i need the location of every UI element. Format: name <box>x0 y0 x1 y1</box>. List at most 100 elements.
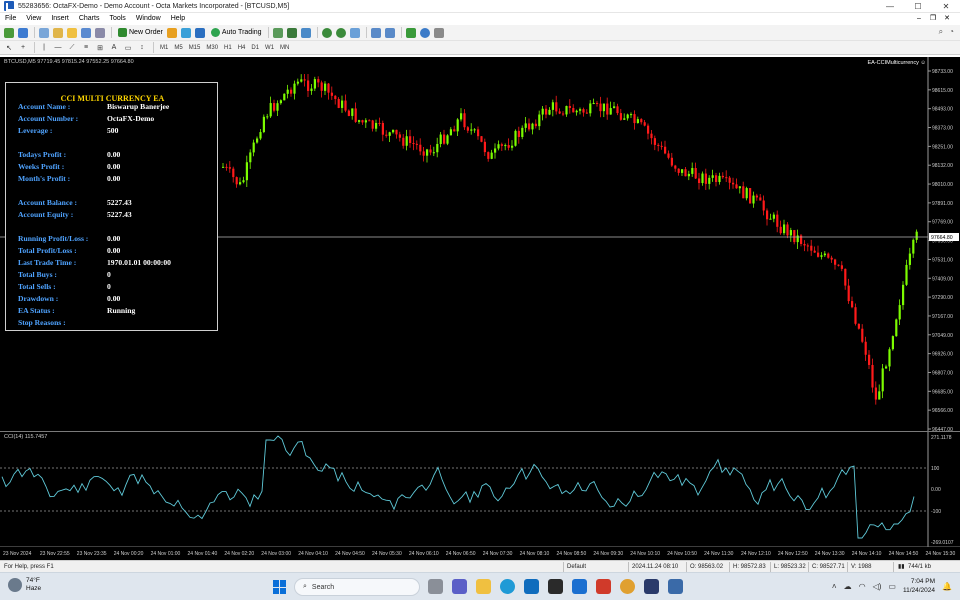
metatrader-taskbar-icon[interactable] <box>644 579 659 594</box>
terminal-button[interactable] <box>80 27 92 39</box>
cloud-icon[interactable]: ☁ <box>844 582 852 591</box>
new-order-button[interactable]: New Order <box>115 26 166 39</box>
chart-restore-icon[interactable]: ❐ <box>926 13 940 25</box>
metaeditor-button[interactable] <box>166 27 178 39</box>
candle-body <box>436 143 439 153</box>
market-watch-button[interactable] <box>38 27 50 39</box>
data-window-button[interactable] <box>52 27 64 39</box>
signals-button[interactable] <box>180 27 192 39</box>
menu-insert[interactable]: Insert <box>46 13 74 25</box>
templates-icon <box>433 27 444 38</box>
menu-file[interactable]: File <box>0 13 21 25</box>
notification-bell-icon[interactable]: 🔔 <box>942 582 952 591</box>
candle-body <box>779 226 782 234</box>
ea-row-value: 0.00 <box>107 174 121 183</box>
cci-pane[interactable]: 271.11781000.00-100-269.0107 <box>0 432 960 547</box>
candle-body <box>337 98 340 108</box>
label-tool-button[interactable]: ▭ <box>122 42 134 54</box>
opera-icon[interactable] <box>596 579 611 594</box>
arrows-tool-button[interactable]: ↕ <box>136 42 148 54</box>
system-clock[interactable]: 7:04 PM 11/24/2024 <box>903 577 935 595</box>
candle-body <box>643 122 646 126</box>
store-icon[interactable] <box>548 579 563 594</box>
task-view-icon[interactable] <box>428 579 443 594</box>
menu-view[interactable]: View <box>21 13 46 25</box>
edge-icon[interactable] <box>500 579 515 594</box>
candle-body <box>786 224 789 236</box>
indicators-button[interactable] <box>405 27 417 39</box>
timeframe-mn[interactable]: MN <box>277 45 292 51</box>
candle-body <box>708 177 711 184</box>
teams-icon[interactable] <box>452 579 467 594</box>
auto-trading-button[interactable]: Auto Trading <box>208 26 265 39</box>
app-icon[interactable] <box>572 579 587 594</box>
zoom-out-button[interactable] <box>335 27 347 39</box>
crosshair-tool-button[interactable]: + <box>17 42 29 54</box>
search-icon[interactable]: ⌕ <box>939 27 943 37</box>
trendline-button[interactable]: ⟋ <box>66 42 78 54</box>
candle-body <box>749 188 752 204</box>
taskbar-search[interactable]: ⌕ Search <box>294 578 420 596</box>
candle-body <box>361 120 364 123</box>
candle-body <box>868 354 871 365</box>
zoom-in-button[interactable] <box>321 27 333 39</box>
timeframe-m15[interactable]: M15 <box>186 45 204 51</box>
file-explorer-icon[interactable] <box>476 579 491 594</box>
candle-body <box>273 103 276 111</box>
timeframe-h4[interactable]: H4 <box>235 45 249 51</box>
candle-body <box>915 231 918 240</box>
timeframe-m30[interactable]: M30 <box>203 45 221 51</box>
candle-body <box>477 129 480 137</box>
strategy-tester-button[interactable] <box>94 27 106 39</box>
menu-help[interactable]: Help <box>166 13 190 25</box>
line-chart-button[interactable] <box>300 27 312 39</box>
new-chart-button[interactable] <box>3 27 15 39</box>
chart-shift-button[interactable] <box>370 27 382 39</box>
tile-windows-button[interactable] <box>349 27 361 39</box>
cursor-tool-button[interactable]: ↖ <box>3 42 15 54</box>
horizontal-line-button[interactable]: — <box>52 42 64 54</box>
navigator-button[interactable] <box>66 27 78 39</box>
start-button[interactable] <box>273 580 287 594</box>
vertical-line-button[interactable]: | <box>38 42 50 54</box>
close-button[interactable]: ✕ <box>932 0 960 13</box>
menu-tools[interactable]: Tools <box>104 13 130 25</box>
timeframe-m5[interactable]: M5 <box>171 45 185 51</box>
speaker-icon[interactable]: ◁) <box>873 582 882 591</box>
timeframe-d1[interactable]: D1 <box>248 45 262 51</box>
templates-button[interactable] <box>433 27 445 39</box>
app-icon-2[interactable] <box>668 579 683 594</box>
chart-minimize-icon[interactable]: – <box>912 13 926 25</box>
minimize-button[interactable]: — <box>876 0 904 13</box>
timeframe-w1[interactable]: W1 <box>262 45 277 51</box>
autoscroll-button[interactable] <box>384 27 396 39</box>
candle-body <box>810 245 813 251</box>
channel-button[interactable]: ≡ <box>80 42 92 54</box>
candle-body <box>548 109 551 115</box>
outlook-icon[interactable] <box>524 579 539 594</box>
wifi-icon[interactable]: ◠ <box>859 582 866 591</box>
bar-chart-button[interactable] <box>272 27 284 39</box>
chevron-up-icon[interactable]: ˄ <box>832 582 837 591</box>
help-icon[interactable]: ◔ <box>949 27 954 37</box>
chrome-icon[interactable] <box>620 579 635 594</box>
time-label: 24 Nov 09:30 <box>593 551 623 557</box>
timeframe-m1[interactable]: M1 <box>157 45 171 51</box>
weather-widget[interactable]: 74°F Haze <box>8 577 41 593</box>
candle-body <box>419 144 422 152</box>
text-tool-button[interactable]: A <box>108 42 120 54</box>
menu-window[interactable]: Window <box>131 13 166 25</box>
candle-body <box>851 301 854 308</box>
chart-close-icon[interactable]: ✕ <box>940 13 954 25</box>
candle-body <box>538 114 541 127</box>
maximize-button[interactable]: ☐ <box>904 0 932 13</box>
profiles-button[interactable] <box>17 27 29 39</box>
menu-charts[interactable]: Charts <box>74 13 105 25</box>
timeframe-h1[interactable]: H1 <box>221 45 235 51</box>
fibonacci-button[interactable]: ⊞ <box>94 42 106 54</box>
battery-icon[interactable]: ▭ <box>888 582 896 591</box>
market-button[interactable] <box>194 27 206 39</box>
candlestick-button[interactable] <box>286 27 298 39</box>
chart-window[interactable]: 98733.00 98615.00 98493.00 98373.00 98251.00… <box>0 57 960 560</box>
periods-button[interactable] <box>419 27 431 39</box>
